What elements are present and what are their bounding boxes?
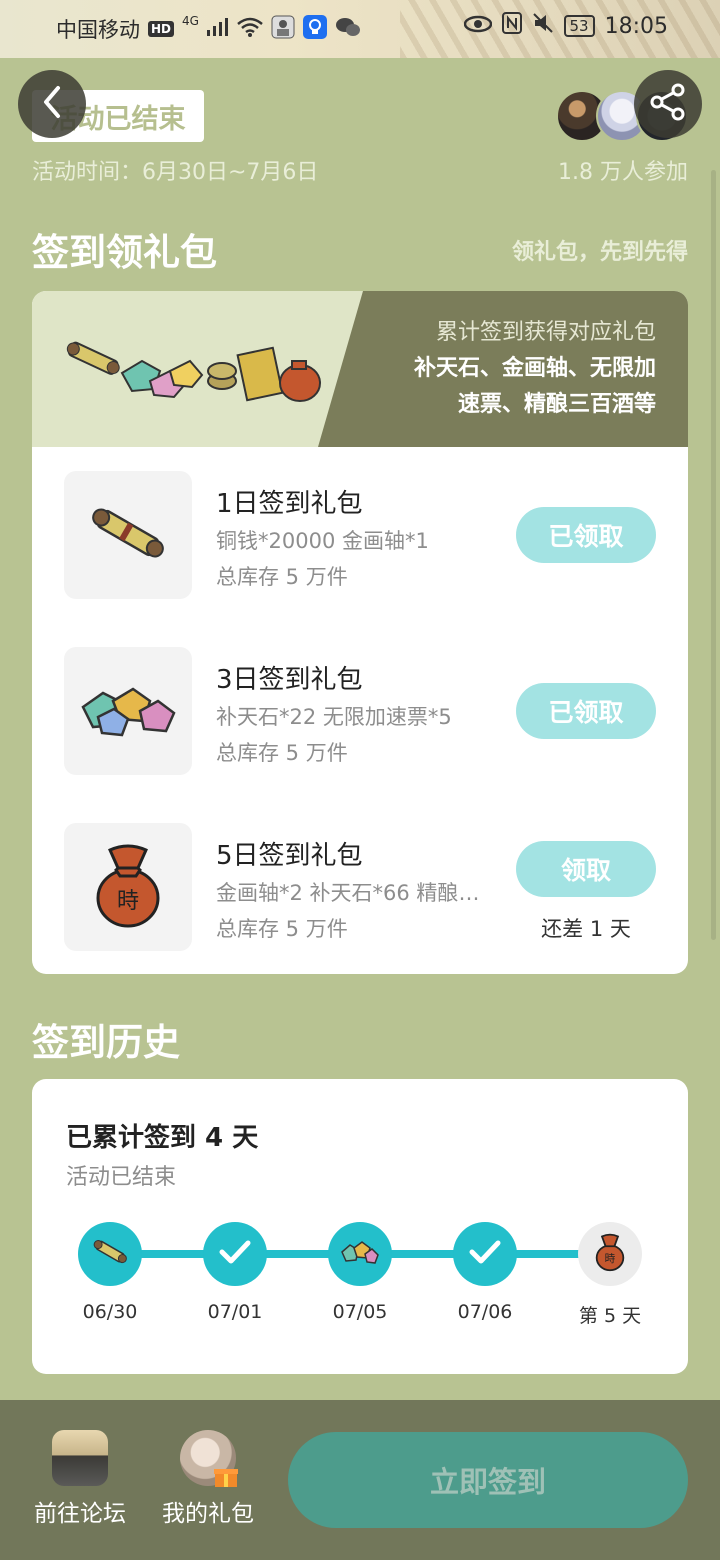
history-status: 活动已结束 [66,1165,177,1190]
status-bar: 中国移动 HD 4G 53 18:05 [0,0,720,58]
gift-name: 5日签到礼包 [216,841,363,871]
gift-banner: 累计签到获得对应礼包 补天石、金画轴、无限加 速票、精酿三百酒等 [32,291,688,447]
check-icon [469,1239,501,1269]
clock: 18:05 [604,13,668,39]
chevron-left-icon [38,84,66,124]
signin-now-button[interactable]: 立即签到 [288,1432,688,1528]
bottom-action-bar: 前往论坛 我的礼包 立即签到 [0,1400,720,1560]
claim-button[interactable]: 领取 [516,841,656,897]
share-button[interactable] [634,70,702,138]
scroll-icon [83,498,173,572]
wechat-icon [335,16,361,43]
banner-intro: 累计签到获得对应礼包 [435,320,656,345]
history-day-label: 07/01 [207,1301,263,1323]
forum-link[interactable]: 前往论坛 [20,1430,140,1528]
claimed-button[interactable]: 已领取 [516,683,656,739]
history-day-label: 07/05 [332,1301,388,1323]
eye-icon [463,14,492,39]
check-icon [219,1239,251,1269]
signin-total: 已累计签到 4 天 [66,1123,259,1153]
banner-items-line2: 速票、精酿三百酒等 [457,392,656,417]
gift-description: 补天石*22 无限加速票*5 [216,705,452,729]
signal-icon [206,17,229,41]
gift-row-day5: 時 5日签到礼包 金画轴*2 补天石*66 精酿三百酒 总库存 5 万件 领取 … [32,823,688,953]
svg-text:時: 時 [605,1252,616,1265]
days-remaining: 还差 1 天 [541,917,631,941]
signin-section-title: 签到领礼包 [32,231,217,274]
gift-thumbnail [64,647,192,775]
history-node-day5: 時 [578,1222,642,1286]
gift-box-icon [180,1430,238,1487]
gift-row-day3: 3日签到礼包 补天石*22 无限加速票*5 总库存 5 万件 已领取 [32,647,688,777]
gift-stock: 总库存 5 万件 [216,917,348,941]
history-node-day1 [78,1222,142,1286]
signin-history-card: 已累计签到 4 天 活动已结束 時 06/30 07/01 07/05 07/0… [32,1079,688,1374]
bulb-app-icon [302,14,327,44]
my-gifts-link[interactable]: 我的礼包 [148,1430,268,1528]
carrier-label: 中国移动 [56,18,140,42]
network-label: 4G [182,14,199,28]
gift-thumbnail: 時 [64,823,192,951]
back-button[interactable] [18,70,86,138]
forum-avatar-icon [52,1430,108,1486]
forum-label: 前往论坛 [34,1501,126,1527]
gift-stock: 总库存 5 万件 [216,565,348,589]
history-day-label: 06/30 [82,1301,138,1323]
app-notification-icon [271,15,295,44]
banner-items-line1: 补天石、金画轴、无限加 [413,356,656,381]
stones-icon [78,679,178,743]
history-node-day3 [328,1222,392,1286]
stones-icon [340,1238,380,1270]
gift-description: 铜钱*20000 金画轴*1 [216,529,429,553]
participant-count: 1.8 万人参加 [558,160,688,185]
scrollbar[interactable] [711,170,716,940]
gift-description: 金画轴*2 补天石*66 精酿三百酒 [216,881,486,905]
svg-text:時: 時 [117,889,139,914]
history-node-day4 [453,1222,517,1286]
activity-time: 活动时间：6月30日~7月6日 [32,160,319,185]
nfc-icon [501,12,522,40]
share-icon [648,82,688,126]
gift-items-illustration [62,331,322,411]
battery-indicator: 53 [563,15,595,37]
gift-name: 1日签到礼包 [216,489,363,519]
gift-thumbnail [64,471,192,599]
my-gifts-label: 我的礼包 [162,1501,254,1527]
pouch-icon: 時 [592,1232,628,1276]
history-section-title: 签到历史 [32,1021,180,1064]
scroll-icon [90,1235,130,1273]
gift-card: 累计签到获得对应礼包 补天石、金画轴、无限加 速票、精酿三百酒等 1日签到礼包 … [32,291,688,974]
history-day-label: 第 5 天 [578,1305,642,1327]
pouch-icon: 時 [88,840,168,934]
claimed-button[interactable]: 已领取 [516,507,656,563]
gift-stock: 总库存 5 万件 [216,741,348,765]
signin-section-subtitle: 领礼包，先到先得 [511,240,688,265]
hd-badge: HD [148,21,175,37]
gift-name: 3日签到礼包 [216,665,363,695]
wifi-icon [237,17,263,42]
mute-icon [532,12,554,40]
history-day-label: 07/06 [457,1301,513,1323]
history-node-day2 [203,1222,267,1286]
gift-row-day1: 1日签到礼包 铜钱*20000 金画轴*1 总库存 5 万件 已领取 [32,471,688,601]
